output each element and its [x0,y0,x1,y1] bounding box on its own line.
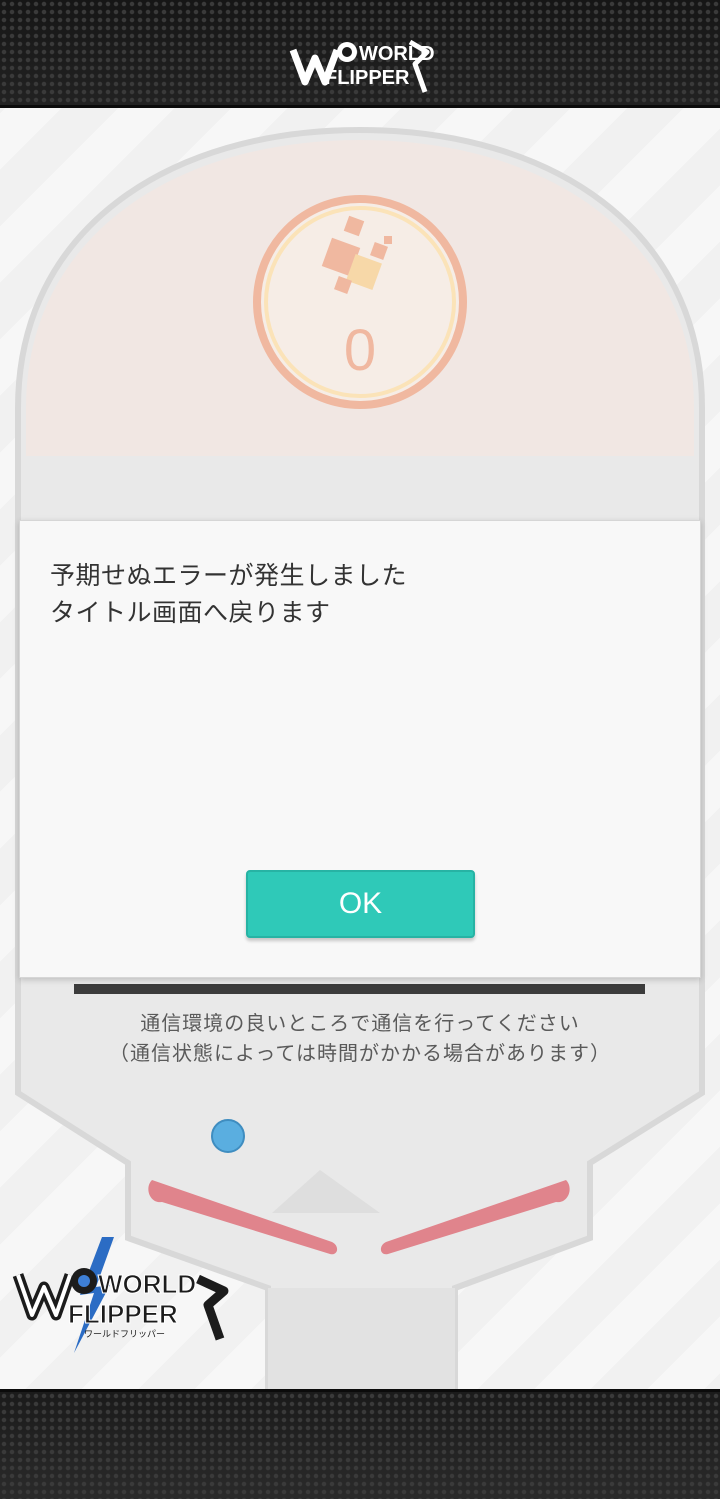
ok-button[interactable]: OK [246,870,475,938]
bottom-bar [0,1389,720,1499]
error-message-line2: タイトル画面へ戻ります [50,598,331,627]
loading-progress-bar [74,984,645,994]
corner-logo-bottom-text: FLIPPER [68,1299,178,1329]
loading-progress-fill [74,984,645,994]
top-bar: WORLD FLIPPER [0,0,720,108]
drain-area [268,1288,455,1389]
counter-value: 0 [344,318,376,383]
error-dialog: 予期せぬエラーが発生しました タイトル画面へ戻ります OK [19,520,701,978]
corner-logo-top-text: WORLD [98,1269,196,1299]
world-flipper-header-logo: WORLD FLIPPER [289,39,435,93]
world-flipper-corner-logo: WORLD FLIPPER ワールドフリッパー [12,1237,229,1353]
error-message-line1: 予期せぬエラーが発生しました [50,561,408,590]
counter-bumper: 0 [253,195,467,409]
connection-notice: 通信環境の良いところで通信を行ってください [140,1011,580,1035]
pinball-ball [211,1119,245,1153]
corner-logo-subtitle: ワールドフリッパー [84,1329,165,1340]
connection-notice-note: （通信状態によっては時間がかかる場合があります） [109,1041,611,1065]
header-logo-bottom-text: FLIPPER [325,67,410,89]
